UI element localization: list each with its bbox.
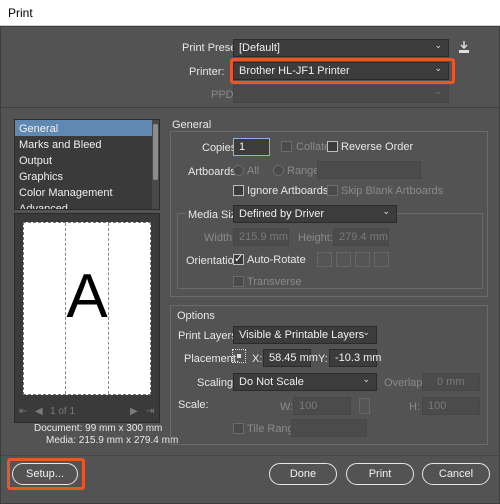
page-navigator: ⇤ ◀ 1 of 1 ▶ ⇥: [14, 403, 160, 423]
reverse-order-checkbox[interactable]: [327, 141, 338, 152]
landscape-icon[interactable]: [336, 252, 351, 267]
general-heading: General: [172, 119, 212, 131]
artboards-label: Artboards:: [188, 166, 239, 178]
print-preset-value: [Default]: [239, 42, 280, 54]
page-counter: 1 of 1: [50, 406, 76, 417]
media-orientation-group: [177, 213, 483, 289]
ignore-artboards-checkbox[interactable]: [233, 185, 244, 196]
y-label: Y:: [318, 353, 328, 365]
w-label: W:: [280, 401, 294, 413]
divider: [1, 455, 500, 456]
first-page-icon[interactable]: ⇤: [19, 406, 27, 417]
range-radio[interactable]: [273, 165, 284, 176]
auto-rotate-checkbox[interactable]: [233, 252, 244, 265]
portrait-flipped-icon[interactable]: [355, 252, 370, 267]
print-preset-dropdown[interactable]: [Default] ⌄: [233, 39, 449, 57]
print-dialog: Print Preset: [Default] ⌄ Printer: Broth…: [0, 26, 500, 504]
placement-label: Placement:: [184, 353, 240, 365]
category-advanced[interactable]: Advanced: [15, 200, 159, 209]
scaling-label: Scaling:: [197, 377, 237, 389]
chevron-down-icon: ⌄: [434, 86, 442, 96]
placement-grid-icon[interactable]: [232, 349, 246, 363]
ppd-dropdown[interactable]: ⌄: [233, 85, 449, 103]
category-marks-and-bleed[interactable]: Marks and Bleed: [15, 136, 159, 152]
next-page-icon[interactable]: ▶: [130, 406, 138, 417]
tile-range-input[interactable]: [291, 419, 367, 437]
scrollbar-thumb[interactable]: [153, 124, 158, 180]
overlap-input[interactable]: 0 mm: [422, 373, 480, 391]
printer-highlight: [230, 58, 455, 84]
preview-page: A: [23, 222, 151, 395]
ignore-artboards-label: Ignore Artboards: [247, 185, 329, 197]
chevron-down-icon: ⌄: [382, 206, 390, 216]
media-size-info: Media: 215.9 mm x 279.4 mm: [46, 435, 179, 446]
x-label: X:: [252, 353, 263, 365]
transverse-checkbox[interactable]: [233, 276, 244, 287]
x-input[interactable]: 58.45 mm: [263, 349, 318, 367]
print-preview: A: [14, 213, 160, 423]
divider: [1, 107, 500, 108]
print-layers-dropdown[interactable]: Visible & Printable Layers ⌄: [233, 326, 377, 344]
chevron-down-icon: ⌄: [362, 374, 370, 384]
category-list[interactable]: General Marks and Bleed Output Graphics …: [14, 119, 160, 210]
skip-blank-checkbox[interactable]: [327, 185, 338, 196]
scaling-dropdown[interactable]: Do Not Scale ⌄: [233, 373, 377, 391]
collate-label: Collate: [296, 141, 331, 153]
constrain-proportions-icon[interactable]: [359, 398, 370, 414]
height-input[interactable]: 279.4 mm: [333, 228, 389, 246]
overlap-label: Overlap:: [384, 377, 426, 389]
options-heading: Options: [177, 310, 215, 322]
scale-width-input[interactable]: 100: [293, 397, 351, 415]
window-title: Print: [8, 6, 33, 20]
height-label: Height:: [298, 232, 333, 244]
print-button[interactable]: Print: [346, 463, 414, 485]
h-label: H:: [409, 401, 420, 413]
width-label: Width:: [204, 232, 236, 244]
copies-input[interactable]: 1: [233, 138, 270, 156]
title-bar: Print: [0, 0, 500, 26]
collate-checkbox[interactable]: [281, 141, 292, 152]
reverse-order-label: Reverse Order: [341, 141, 414, 153]
printer-label: Printer:: [189, 66, 225, 78]
width-input[interactable]: 215.9 mm: [233, 228, 289, 246]
range-input[interactable]: [317, 161, 421, 179]
category-scrollbar[interactable]: [152, 120, 159, 209]
portrait-icon[interactable]: [317, 252, 332, 267]
document-size-info: Document: 99 mm x 300 mm: [34, 423, 163, 434]
chevron-down-icon: ⌄: [362, 327, 370, 337]
media-size-dropdown[interactable]: Defined by Driver ⌄: [233, 205, 397, 223]
setup-highlight: [7, 458, 85, 490]
skip-blank-label: Skip Blank Artboards: [341, 185, 444, 197]
transverse-label: Transverse: [247, 276, 302, 288]
category-color-management[interactable]: Color Management: [15, 184, 159, 200]
auto-rotate-label: Auto-Rotate: [247, 254, 306, 266]
save-preset-icon[interactable]: [457, 40, 471, 54]
all-radio[interactable]: [233, 165, 244, 176]
tile-range-checkbox[interactable]: [233, 423, 244, 434]
done-button[interactable]: Done: [269, 463, 337, 485]
all-label: All: [247, 165, 260, 177]
chevron-down-icon: ⌄: [434, 40, 442, 50]
scale-height-input[interactable]: 100: [422, 397, 480, 415]
last-page-icon[interactable]: ⇥: [146, 406, 154, 417]
y-input[interactable]: -10.3 mm: [329, 349, 381, 367]
landscape-flipped-icon[interactable]: [374, 252, 389, 267]
cancel-button[interactable]: Cancel: [422, 463, 490, 485]
category-graphics[interactable]: Graphics: [15, 168, 159, 184]
preview-letter: A: [66, 262, 108, 331]
category-general[interactable]: General: [15, 120, 159, 136]
prev-page-icon[interactable]: ◀: [35, 406, 43, 417]
print-layers-label: Print Layers:: [178, 330, 240, 342]
category-output[interactable]: Output: [15, 152, 159, 168]
scale-label: Scale:: [178, 399, 209, 411]
